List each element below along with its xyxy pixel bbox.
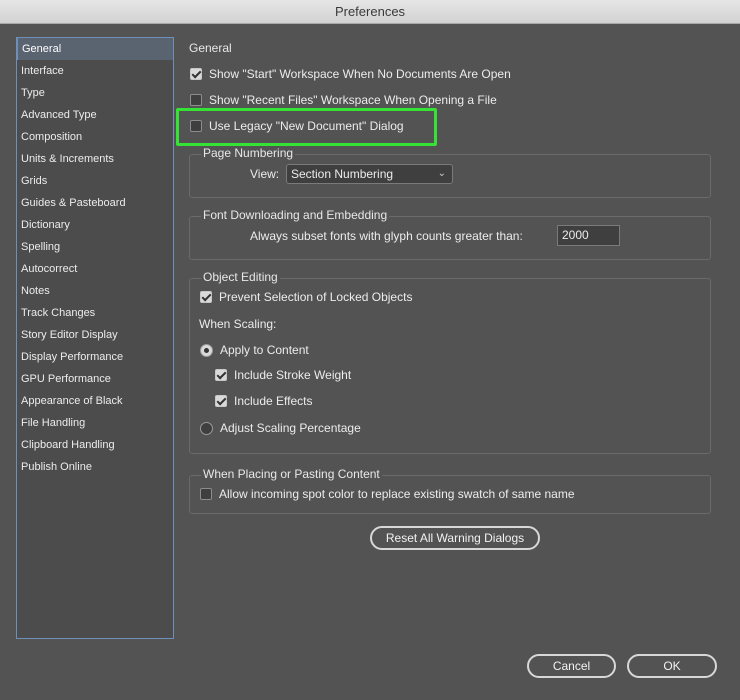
sidebar-item-track-changes[interactable]: Track Changes	[17, 302, 173, 324]
subset-fonts-label: Always subset fonts with glyph counts gr…	[250, 229, 523, 243]
apply-to-content-option[interactable]: Apply to Content	[200, 343, 309, 357]
object-editing-legend: Object Editing	[201, 270, 280, 284]
sidebar-item-dictionary[interactable]: Dictionary	[17, 214, 173, 236]
preferences-sidebar[interactable]: General Interface Type Advanced Type Com…	[16, 37, 174, 639]
chevron-down-icon: ⌄	[437, 168, 446, 179]
legacy-dialog-checkbox[interactable]	[190, 120, 202, 132]
include-stroke-checkbox[interactable]	[215, 369, 227, 381]
include-effects-label: Include Effects	[234, 394, 313, 408]
prevent-locked-option[interactable]: Prevent Selection of Locked Objects	[200, 290, 412, 304]
view-select-value: Section Numbering	[291, 167, 394, 181]
sidebar-item-advanced-type[interactable]: Advanced Type	[17, 104, 173, 126]
adjust-scaling-radio[interactable]	[200, 421, 213, 435]
sidebar-item-story-editor-display[interactable]: Story Editor Display	[17, 324, 173, 346]
sidebar-item-guides-pasteboard[interactable]: Guides & Pasteboard	[17, 192, 173, 214]
cancel-button[interactable]: Cancel	[527, 654, 616, 678]
legacy-dialog-label: Use Legacy "New Document" Dialog	[209, 119, 404, 133]
adjust-scaling-label: Adjust Scaling Percentage	[220, 421, 361, 435]
allow-spot-color-option[interactable]: Allow incoming spot color to replace exi…	[200, 487, 575, 501]
show-start-label: Show "Start" Workspace When No Documents…	[209, 67, 511, 81]
show-recent-checkbox[interactable]	[190, 94, 202, 106]
sidebar-item-interface[interactable]: Interface	[17, 60, 173, 82]
sidebar-item-type[interactable]: Type	[17, 82, 173, 104]
view-select[interactable]: Section Numbering ⌄	[286, 164, 453, 184]
apply-to-content-radio[interactable]	[200, 343, 213, 357]
sidebar-item-appearance-of-black[interactable]: Appearance of Black	[17, 390, 173, 412]
sidebar-item-composition[interactable]: Composition	[17, 126, 173, 148]
general-section-title: General	[189, 41, 232, 55]
sidebar-item-spelling[interactable]: Spelling	[17, 236, 173, 258]
show-start-checkbox[interactable]	[190, 68, 202, 80]
sidebar-item-units-increments[interactable]: Units & Increments	[17, 148, 173, 170]
legacy-new-document-option[interactable]: Use Legacy "New Document" Dialog	[190, 119, 404, 133]
sidebar-item-display-performance[interactable]: Display Performance	[17, 346, 173, 368]
sidebar-item-notes[interactable]: Notes	[17, 280, 173, 302]
font-downloading-legend: Font Downloading and Embedding	[201, 208, 390, 222]
prevent-locked-label: Prevent Selection of Locked Objects	[219, 290, 413, 304]
include-effects-checkbox[interactable]	[215, 395, 227, 407]
show-recent-files-option[interactable]: Show "Recent Files" Workspace When Openi…	[190, 93, 497, 107]
sidebar-item-general[interactable]: General	[17, 38, 173, 60]
page-numbering-legend: Page Numbering	[201, 146, 296, 160]
include-effects-option[interactable]: Include Effects	[215, 394, 313, 408]
include-stroke-label: Include Stroke Weight	[234, 368, 352, 382]
sidebar-item-autocorrect[interactable]: Autocorrect	[17, 258, 173, 280]
sidebar-item-grids[interactable]: Grids	[17, 170, 173, 192]
apply-to-content-label: Apply to Content	[220, 343, 309, 357]
sidebar-item-gpu-performance[interactable]: GPU Performance	[17, 368, 173, 390]
allow-spot-color-checkbox[interactable]	[200, 488, 212, 500]
when-scaling-label: When Scaling:	[199, 317, 277, 331]
show-start-workspace-option[interactable]: Show "Start" Workspace When No Documents…	[190, 67, 511, 81]
reset-warning-dialogs-button[interactable]: Reset All Warning Dialogs	[370, 526, 540, 550]
show-recent-label: Show "Recent Files" Workspace When Openi…	[209, 93, 497, 107]
allow-spot-color-label: Allow incoming spot color to replace exi…	[219, 487, 575, 501]
sidebar-item-clipboard-handling[interactable]: Clipboard Handling	[17, 434, 173, 456]
include-stroke-option[interactable]: Include Stroke Weight	[215, 368, 351, 382]
sidebar-item-file-handling[interactable]: File Handling	[17, 412, 173, 434]
sidebar-item-publish-online[interactable]: Publish Online	[17, 456, 173, 478]
subset-threshold-input[interactable]: 2000	[557, 225, 620, 246]
ok-button[interactable]: OK	[627, 654, 717, 678]
window-titlebar: Preferences	[0, 0, 740, 24]
window-title: Preferences	[334, 4, 406, 19]
prevent-locked-checkbox[interactable]	[200, 291, 212, 303]
placing-legend: When Placing or Pasting Content	[201, 467, 382, 481]
adjust-scaling-option[interactable]: Adjust Scaling Percentage	[200, 421, 361, 435]
view-label: View:	[250, 167, 280, 181]
